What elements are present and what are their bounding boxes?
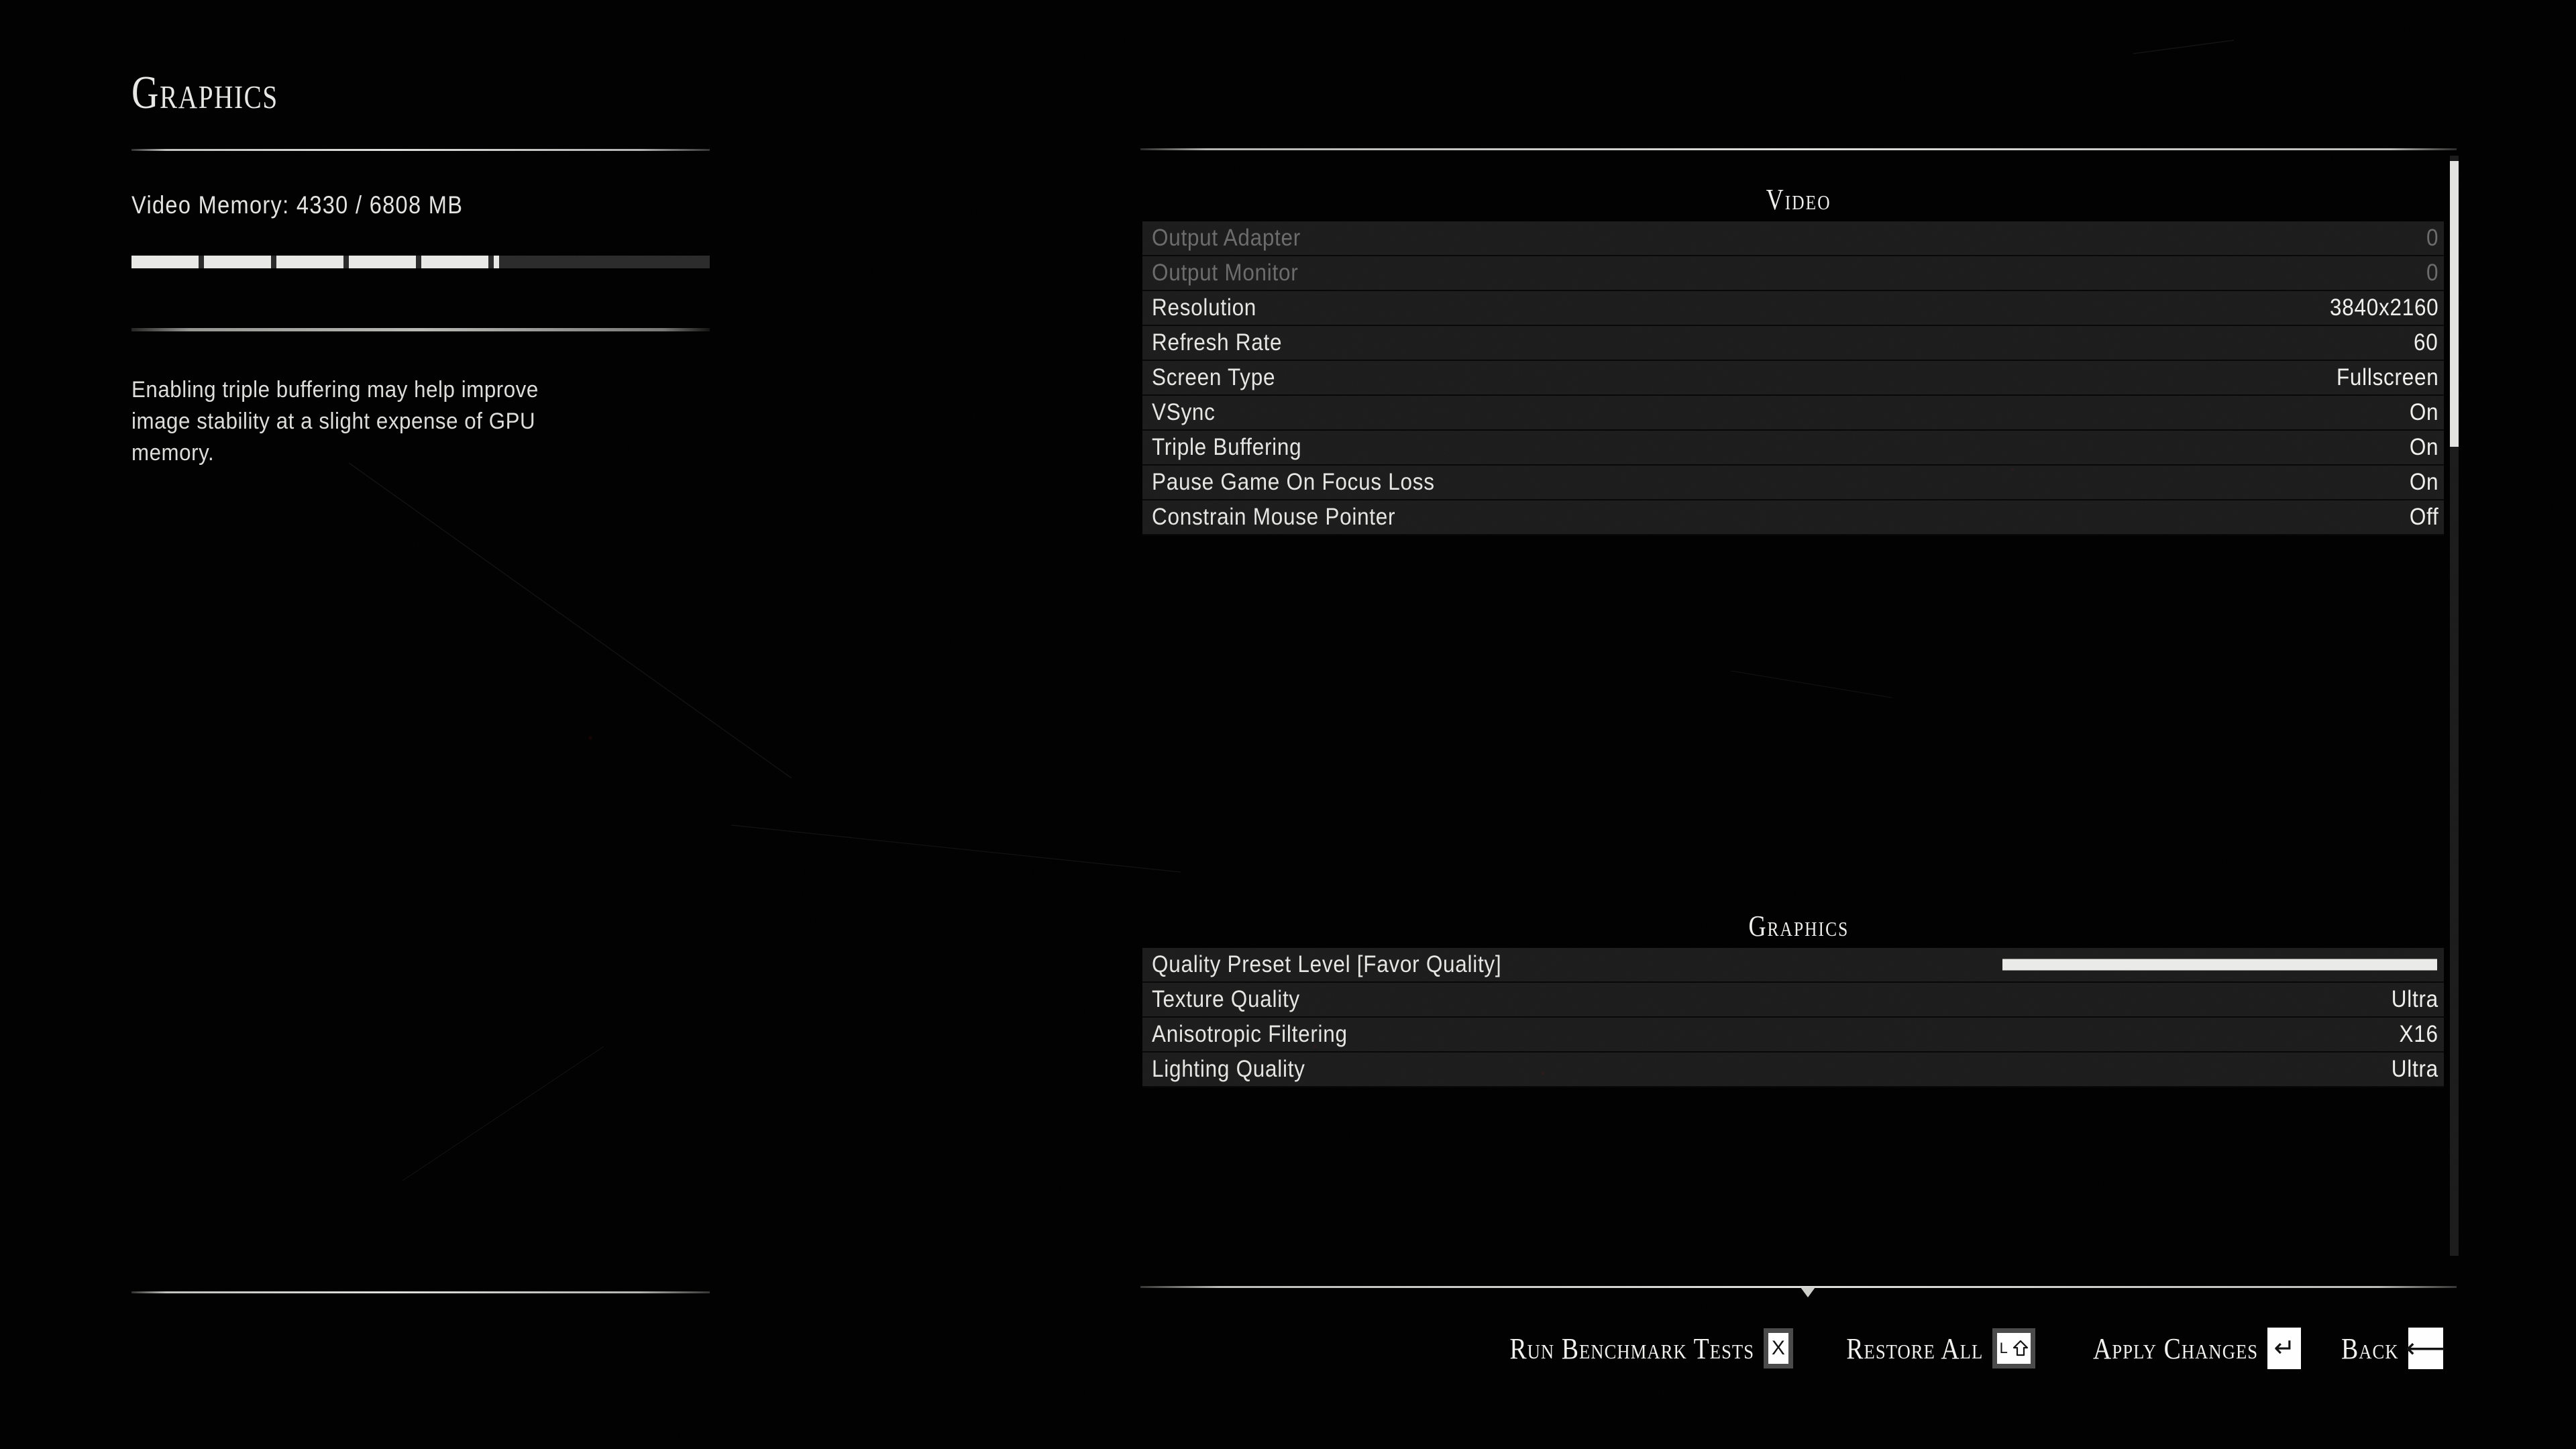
setting-row[interactable]: Triple Buffering On — [1142, 431, 2444, 466]
key-badge-x: X — [1763, 1328, 1793, 1368]
setting-row-label: Triple Buffering — [1152, 434, 1302, 460]
bottom-divider-notch-icon — [1801, 1287, 1815, 1297]
setting-row-label: Pause Game On Focus Loss — [1152, 469, 1435, 495]
setting-row-label: Lighting Quality — [1152, 1056, 1305, 1082]
video-memory-bar-segment — [349, 256, 416, 268]
section-header-video: Video — [1140, 182, 2457, 217]
setting-row[interactable]: Quality Preset Level [Favor Quality] — [1142, 948, 2444, 983]
setting-row-value: On — [2409, 434, 2438, 460]
setting-row[interactable]: Constrain Mouse Pointer Off — [1142, 500, 2444, 535]
action-back[interactable]: Back ⟵ — [2332, 1328, 2446, 1369]
key-letter-l: L — [1999, 1340, 2008, 1356]
setting-row-label: VSync — [1152, 399, 1216, 425]
setting-description-text: Enabling triple buffering may help impro… — [131, 377, 539, 466]
setting-row-slider-fill — [2002, 959, 2437, 971]
setting-row-value: Off — [2409, 504, 2438, 530]
title-divider — [131, 149, 710, 151]
action-apply-changes[interactable]: Apply Changes ↵ — [2066, 1328, 2302, 1369]
setting-row-label: Refresh Rate — [1152, 329, 1283, 356]
video-memory-bar-segment — [421, 256, 488, 268]
setting-row-value: Fullscreen — [2336, 364, 2438, 390]
action-label: Back — [2341, 1332, 2399, 1365]
setting-row[interactable]: Anisotropic Filtering X16 — [1142, 1018, 2444, 1053]
setting-row-label: Texture Quality — [1152, 986, 1300, 1012]
key-badge-lshift: L — [1992, 1328, 2036, 1368]
setting-row-label: Resolution — [1152, 294, 1257, 321]
setting-row-label: Anisotropic Filtering — [1152, 1021, 1348, 1047]
bottom-divider — [1140, 1286, 2457, 1288]
settings-panel: Video Graphics Output Adapter 0 Output Mon… — [1140, 0, 2469, 1449]
setting-row[interactable]: Resolution 3840x2160 — [1142, 291, 2444, 326]
setting-row-value: 3840x2160 — [2329, 294, 2438, 321]
setting-row-value: X16 — [2399, 1021, 2438, 1047]
setting-row-label: Output Adapter — [1152, 225, 1301, 251]
setting-row[interactable]: Output Adapter 0 — [1142, 221, 2444, 256]
setting-row-value: Ultra — [2391, 986, 2438, 1012]
bottom-action-bar: Run Benchmark Tests X Restore All L Apply Ch… — [1140, 1315, 2457, 1382]
setting-row-label: Screen Type — [1152, 364, 1276, 390]
page-title: Graphics — [131, 67, 278, 119]
shift-arrow-icon — [2012, 1340, 2028, 1356]
section-header-video-label: Video — [1766, 183, 1831, 216]
setting-row[interactable]: Refresh Rate 60 — [1142, 326, 2444, 361]
setting-row[interactable]: Screen Type Fullscreen — [1142, 361, 2444, 396]
video-memory-bar-segment — [276, 256, 343, 268]
section-header-graphics: Graphics — [1140, 909, 2457, 943]
video-memory-label: Video Memory: 4330 / 6808 MB — [131, 191, 464, 219]
settings-scrollbar-track[interactable] — [2450, 156, 2459, 1256]
setting-row-label: Constrain Mouse Pointer — [1152, 504, 1396, 530]
video-memory-bar-segment — [494, 256, 500, 268]
settings-scrollbar-thumb[interactable] — [2450, 161, 2459, 447]
left-info-panel: Graphics Video Memory: 4330 / 6808 MB En… — [0, 0, 805, 1449]
setting-row[interactable]: Lighting Quality Ultra — [1142, 1053, 2444, 1087]
setting-row-label: Quality Preset Level [Favor Quality] — [1152, 951, 1502, 977]
setting-row-value: On — [2409, 469, 2438, 495]
setting-row-value: 0 — [2426, 225, 2438, 251]
action-restore-all[interactable]: Restore All L — [1824, 1328, 2036, 1368]
left-bottom-divider — [131, 1291, 710, 1293]
setting-row-value: Ultra — [2391, 1056, 2438, 1082]
section-header-graphics-label: Graphics — [1748, 910, 1849, 943]
video-memory-bar-segment — [204, 256, 271, 268]
video-memory-bar — [131, 256, 710, 268]
key-badge-enter: ↵ — [2267, 1328, 2302, 1369]
setting-row[interactable]: VSync On — [1142, 396, 2444, 431]
setting-row-value: 0 — [2426, 260, 2438, 286]
action-label: Apply Changes — [2093, 1332, 2259, 1365]
setting-row-value: On — [2409, 399, 2438, 425]
panel-top-divider — [1140, 148, 2457, 150]
info-divider — [131, 328, 710, 331]
key-badge-back: ⟵ — [2406, 1328, 2446, 1369]
setting-row-label: Output Monitor — [1152, 260, 1299, 286]
video-memory-bar-segment — [131, 256, 199, 268]
setting-row[interactable]: Texture Quality Ultra — [1142, 983, 2444, 1018]
action-label: Run Benchmark Tests — [1509, 1332, 1754, 1365]
setting-row[interactable]: Output Monitor 0 — [1142, 256, 2444, 291]
action-label: Restore All — [1846, 1332, 1984, 1365]
action-run-benchmark-tests[interactable]: Run Benchmark Tests X — [1470, 1328, 1793, 1368]
setting-row-value: 60 — [2414, 329, 2438, 356]
setting-row[interactable]: Pause Game On Focus Loss On — [1142, 466, 2444, 500]
setting-row-slider[interactable] — [2002, 959, 2437, 971]
